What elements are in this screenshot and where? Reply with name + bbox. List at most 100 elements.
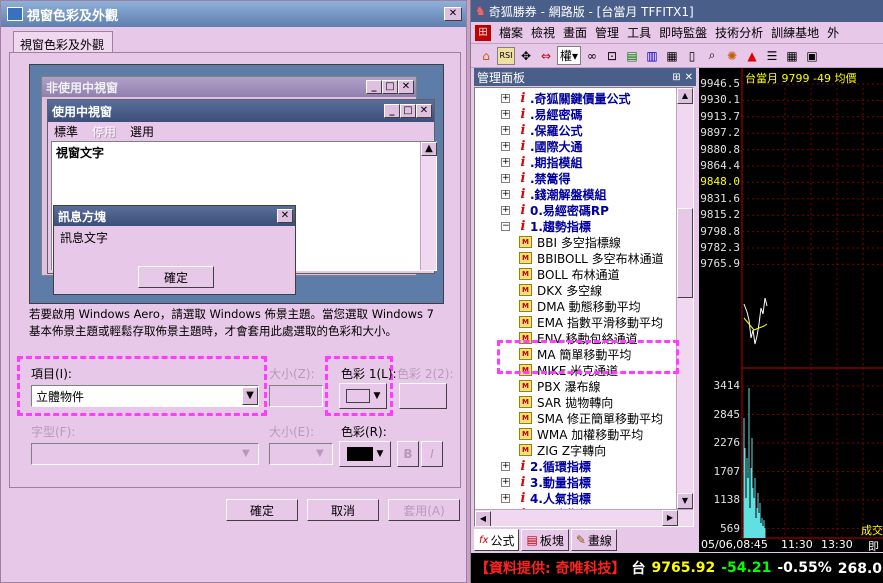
panel-title: 管理面板 [477,70,526,85]
tab-sectors[interactable]: ▤ 板塊 [521,529,569,551]
expand-icon[interactable]: + [501,109,510,119]
calc-icon[interactable]: ▦ [663,47,681,65]
tree-folder[interactable]: + i 2.循環指標 [501,458,591,474]
tree-hscroll[interactable]: ◀ ▶ [475,509,693,526]
info-icon: i [520,170,526,186]
menu-more[interactable]: 外 [827,24,839,41]
app-titlebar[interactable]: ♞ 奇狐勝券 - 網路版 - [台當月 TFFITX1] [471,0,883,22]
collapse-icon[interactable]: − [501,221,510,231]
tree-folder[interactable]: + i 4.人氣指標 [501,490,591,506]
menu-tools[interactable]: 工具 [627,24,651,41]
tree-vscroll[interactable]: ▲ ▼ [676,88,693,509]
formula-icon: M [519,444,532,456]
pencil-icon: ✎ [575,533,586,547]
tree-formula-item[interactable]: M BOLL 布林通道 [519,266,620,282]
tree-formula-item[interactable]: M ZIG Z字轉向 [519,442,606,458]
menu-training[interactable]: 訓練基地 [771,24,819,41]
expand-icon[interactable]: + [501,157,510,167]
list-icon[interactable]: ☰ [763,47,781,65]
scroll-thumb[interactable] [677,208,693,298]
move-icon[interactable]: ✥ [517,47,535,65]
home-icon[interactable]: ⌂ [477,47,495,65]
tree-folder-label: .奇狐關鍵價量公式 [530,91,631,106]
close-icon: ✕ [398,80,414,94]
dialog-titlebar[interactable]: 視窗色彩及外觀 ✕ [1,1,466,27]
expand-icon[interactable]: + [501,205,510,215]
weight-combo[interactable]: 權 ▾ [557,46,582,65]
expand-icon[interactable]: + [501,173,510,183]
menu-file[interactable]: 檔案 [499,24,523,41]
item-select[interactable]: 立體物件 ▼ [31,385,259,407]
tree-folder[interactable]: + i .期指模組 [501,154,583,170]
item-label: 項目(I): [31,367,72,381]
menu-normal: 標準 [54,124,79,139]
tree-formula-item[interactable]: M WMA 加權移動平均 [519,426,643,442]
arrows-icon[interactable]: ⇔ [537,47,555,65]
tree-formula-item[interactable]: M DMA 動態移動平均 [519,298,641,314]
volume-tick-label: 1707 [713,464,741,478]
tree-folder[interactable]: + i .禁篙得 [501,170,571,186]
dialog-title: 視窗色彩及外觀 [27,8,119,24]
bars-icon[interactable]: ▥ [643,47,661,65]
rsi-icon[interactable]: RSI [497,46,515,65]
menu-view[interactable]: 檢視 [531,24,555,41]
font-size-label: 大小(E): [269,425,314,439]
tree-folder[interactable]: + i .國際大通 [501,138,583,154]
expand-icon[interactable]: + [501,493,510,503]
inactive-window-title: 非使用中視窗 [46,80,119,95]
tree-formula-item[interactable]: M PBX 瀑布線 [519,378,601,394]
tree-formula-item[interactable]: M BBIBOLL 多空布林通道 [519,250,664,266]
expand-icon[interactable]: + [501,189,510,199]
menu-manage[interactable]: 管理 [595,24,619,41]
gear-icon[interactable]: ✺ [723,47,741,65]
tree-folder[interactable]: + i 3.動量指標 [501,474,591,490]
tree-folder[interactable]: + i .保羅公式 [501,122,583,138]
tree-folder[interactable]: + i .錢潮解盤模組 [501,186,607,202]
index-value: 9765.92 [651,560,716,576]
lock-icon[interactable]: ⊡ [603,47,621,65]
chevron-down-icon: ▼ [242,448,250,459]
tree-folder[interactable]: + i .易經密碼 [501,106,583,122]
book-icon[interactable]: ▯ [683,47,701,65]
pin-icon[interactable]: ⊞ [672,72,680,83]
price-tick-label: 9765.9 [700,257,740,271]
search-icon[interactable]: ⌕ [703,47,721,65]
tree-folder[interactable]: − i 1.趨勢指標 [501,218,591,234]
tree-item-label: BOLL 布林通道 [537,267,620,282]
menu-monitor[interactable]: 即時監盤 [659,24,707,41]
close-icon[interactable]: ✕ [685,72,693,83]
tree-folder[interactable]: + i 0.易經密碼RP [501,202,609,218]
glasses-icon[interactable]: ∞ [583,47,601,65]
cancel-button[interactable]: 取消 [307,499,379,521]
price-tick-label: 9848.0 [700,175,740,189]
tab-appearance[interactable]: 視窗色彩及外觀 [13,31,113,53]
color1-button[interactable]: ▼ [339,383,387,409]
tab-drawing[interactable]: ✎ 畫線 [570,529,617,551]
expand-icon[interactable]: + [501,93,510,103]
ok-button[interactable]: 確定 [226,499,298,521]
font-size-select: ▼ [269,443,333,465]
preview-scrollbar: ▲ [420,142,437,270]
color-swatch [346,447,373,461]
menu-analysis[interactable]: 技術分析 [715,24,763,41]
tree-formula-item[interactable]: M EMA 指數平滑移動平均 [519,314,663,330]
tree-formula-item[interactable]: M SMA 修正簡單移動平均 [519,410,663,426]
expand-icon[interactable]: + [501,125,510,135]
expand-icon[interactable]: + [501,461,510,471]
window-icon[interactable]: ▣ [803,47,821,65]
expand-icon[interactable]: + [501,477,510,487]
tab-formula[interactable]: fx 公式 [474,529,520,551]
tree-formula-item[interactable]: M SAR 拋物轉向 [519,394,613,410]
chevron-down-icon[interactable]: ▼ [242,387,258,405]
table-icon[interactable]: ▦ [783,47,801,65]
font-color-button[interactable]: ▼ [339,441,391,467]
tree-folder-label: 2.循環指標 [530,459,591,474]
expand-icon[interactable]: + [501,141,510,151]
menu-screen[interactable]: 畫面 [563,24,587,41]
tree-formula-item[interactable]: M BBI 多空指標線 [519,234,621,250]
chart-icon[interactable]: ▤ [623,47,641,65]
tree-formula-item[interactable]: M DKX 多空線 [519,282,602,298]
alert-icon[interactable]: ▲ [743,47,761,65]
close-icon[interactable]: ✕ [444,7,462,21]
tree-folder[interactable]: + i .奇狐關鍵價量公式 [501,90,631,106]
